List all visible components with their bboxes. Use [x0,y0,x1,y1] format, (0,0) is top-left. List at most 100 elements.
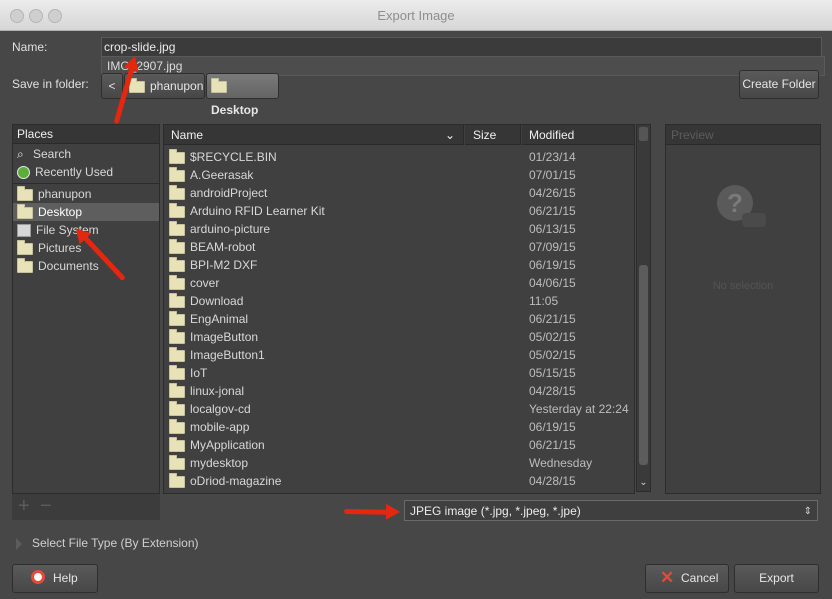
file-row[interactable]: IoT 05/15/15 [164,364,634,382]
file-row[interactable]: mydesktop Wednesday [164,454,634,472]
add-place-button[interactable]: + [18,495,30,518]
file-row[interactable]: localgov-cd Yesterday at 22:24 [164,400,634,418]
file-name: BEAM-robot [190,240,256,254]
folder-icon [169,310,185,326]
file-modified: 01/23/14 [529,150,576,164]
title-bar: Export Image [0,0,832,31]
place-desktop[interactable]: Desktop [13,203,159,221]
file-modified: 05/02/15 [529,348,576,362]
search-icon: ⌕ [17,147,24,161]
folder-icon [211,77,227,93]
recent-icon [17,166,30,180]
column-header-name[interactable]: Name ⌄ [164,125,464,145]
folder-icon [169,148,185,164]
folder-icon [17,239,33,255]
file-type-expander[interactable]: Select File Type (By Extension) [16,536,199,550]
path-crumb-phanupon[interactable]: phanupon [124,73,205,99]
file-modified: 06/19/15 [529,420,576,434]
path-back-button[interactable]: < [101,73,123,99]
scroll-down-icon[interactable]: ⌄ [639,477,648,489]
file-row[interactable]: androidProject 04/26/15 [164,184,634,202]
preview-empty-text: No selection [712,280,774,292]
file-row[interactable]: MyApplication 06/21/15 [164,436,634,454]
window-title: Export Image [377,8,455,23]
file-name: Arduino RFID Learner Kit [190,204,325,218]
file-name: cover [190,276,220,290]
file-modified: 05/02/15 [529,330,576,344]
folder-icon [169,220,185,236]
file-row[interactable]: BPI-M2 DXF 06/19/15 [164,256,634,274]
name-label: Name: [12,40,48,54]
places-header: Places [13,125,159,144]
create-folder-button[interactable]: Create Folder [739,70,819,99]
file-modified: 06/19/15 [529,258,576,272]
path-crumb-desktop[interactable]: Desktop [206,73,279,117]
place-search[interactable]: ⌕ Search [13,145,159,163]
file-modified: 04/06/15 [529,276,576,290]
file-name: ImageButton1 [190,348,265,362]
file-name: MyApplication [190,438,265,452]
file-modified: 07/09/15 [529,240,576,254]
file-row[interactable]: Download 11:05 [164,292,634,310]
file-name: Download [190,294,244,308]
file-row[interactable]: ImageButton 05/02/15 [164,328,634,346]
folder-icon [169,238,185,254]
place-documents[interactable]: Documents [13,257,159,275]
file-modified: 06/13/15 [529,222,576,236]
scroll-up-button[interactable] [639,127,648,141]
file-modified: 04/28/15 [529,384,576,398]
file-name: linux-jonal [190,384,245,398]
folder-icon [169,364,185,380]
file-row[interactable]: BEAM-robot 07/09/15 [164,238,634,256]
cancel-button[interactable]: ✕ Cancel [645,564,729,593]
help-icon [31,570,45,584]
name-input[interactable]: crop-slide.jpg [101,37,822,57]
folder-icon [169,436,185,452]
help-button[interactable]: Help [12,564,98,593]
scroll-thumb[interactable] [639,265,648,465]
remove-place-button[interactable]: − [40,495,52,518]
folder-icon [169,292,185,308]
file-modified: 06/21/15 [529,312,576,326]
column-header-size[interactable]: Size [465,125,521,145]
file-row[interactable]: cover 04/06/15 [164,274,634,292]
file-modified: 06/21/15 [529,438,576,452]
folder-icon [169,454,185,470]
folder-icon [169,472,185,488]
expander-arrow-icon [16,537,22,550]
folder-icon [169,166,185,182]
file-name: androidProject [190,186,268,200]
file-name: $RECYCLE.BIN [190,150,277,164]
file-row[interactable]: EngAnimal 06/21/15 [164,310,634,328]
file-row[interactable]: Arduino RFID Learner Kit 06/21/15 [164,202,634,220]
folder-icon [17,203,33,219]
drive-icon [17,224,31,238]
gimp-mascot-icon [742,213,766,227]
places-divider [13,183,159,184]
file-row[interactable]: ImageButton1 05/02/15 [164,346,634,364]
folder-icon [169,382,185,398]
file-row[interactable]: oDriod-magazine 04/28/15 [164,472,634,490]
file-row[interactable]: arduino-picture 06/13/15 [164,220,634,238]
folder-icon [169,400,185,416]
file-row[interactable]: A.Geerasak 07/01/15 [164,166,634,184]
file-row[interactable]: mobile-app 06/19/15 [164,418,634,436]
file-row[interactable]: $RECYCLE.BIN 01/23/14 [164,148,634,166]
place-phanupon[interactable]: phanupon [13,185,159,203]
file-rows: $RECYCLE.BIN 01/23/14 A.Geerasak 07/01/15 an… [164,148,634,493]
file-modified: 05/15/15 [529,366,576,380]
column-header-modified[interactable]: Modified [522,125,634,145]
places-panel: Places ⌕ Search Recently Used phanupon De… [12,124,160,494]
file-modified: Yesterday at 22:24 [529,402,629,416]
file-name: mobile-app [190,420,250,434]
file-name: mydesktop [190,456,249,470]
place-recently-used[interactable]: Recently Used [13,163,159,181]
folder-icon [17,185,33,201]
file-list-scrollbar[interactable]: ⌄ [636,124,651,492]
file-modified: Wednesday [529,456,593,470]
file-row[interactable]: linux-jonal 04/28/15 [164,382,634,400]
file-type-select[interactable]: JPEG image (*.jpg, *.jpeg, *.jpe) ⇕ [404,500,818,521]
export-button[interactable]: Export [734,564,819,593]
file-name: BPI-M2 DXF [190,258,258,272]
file-modified: 07/01/15 [529,168,576,182]
